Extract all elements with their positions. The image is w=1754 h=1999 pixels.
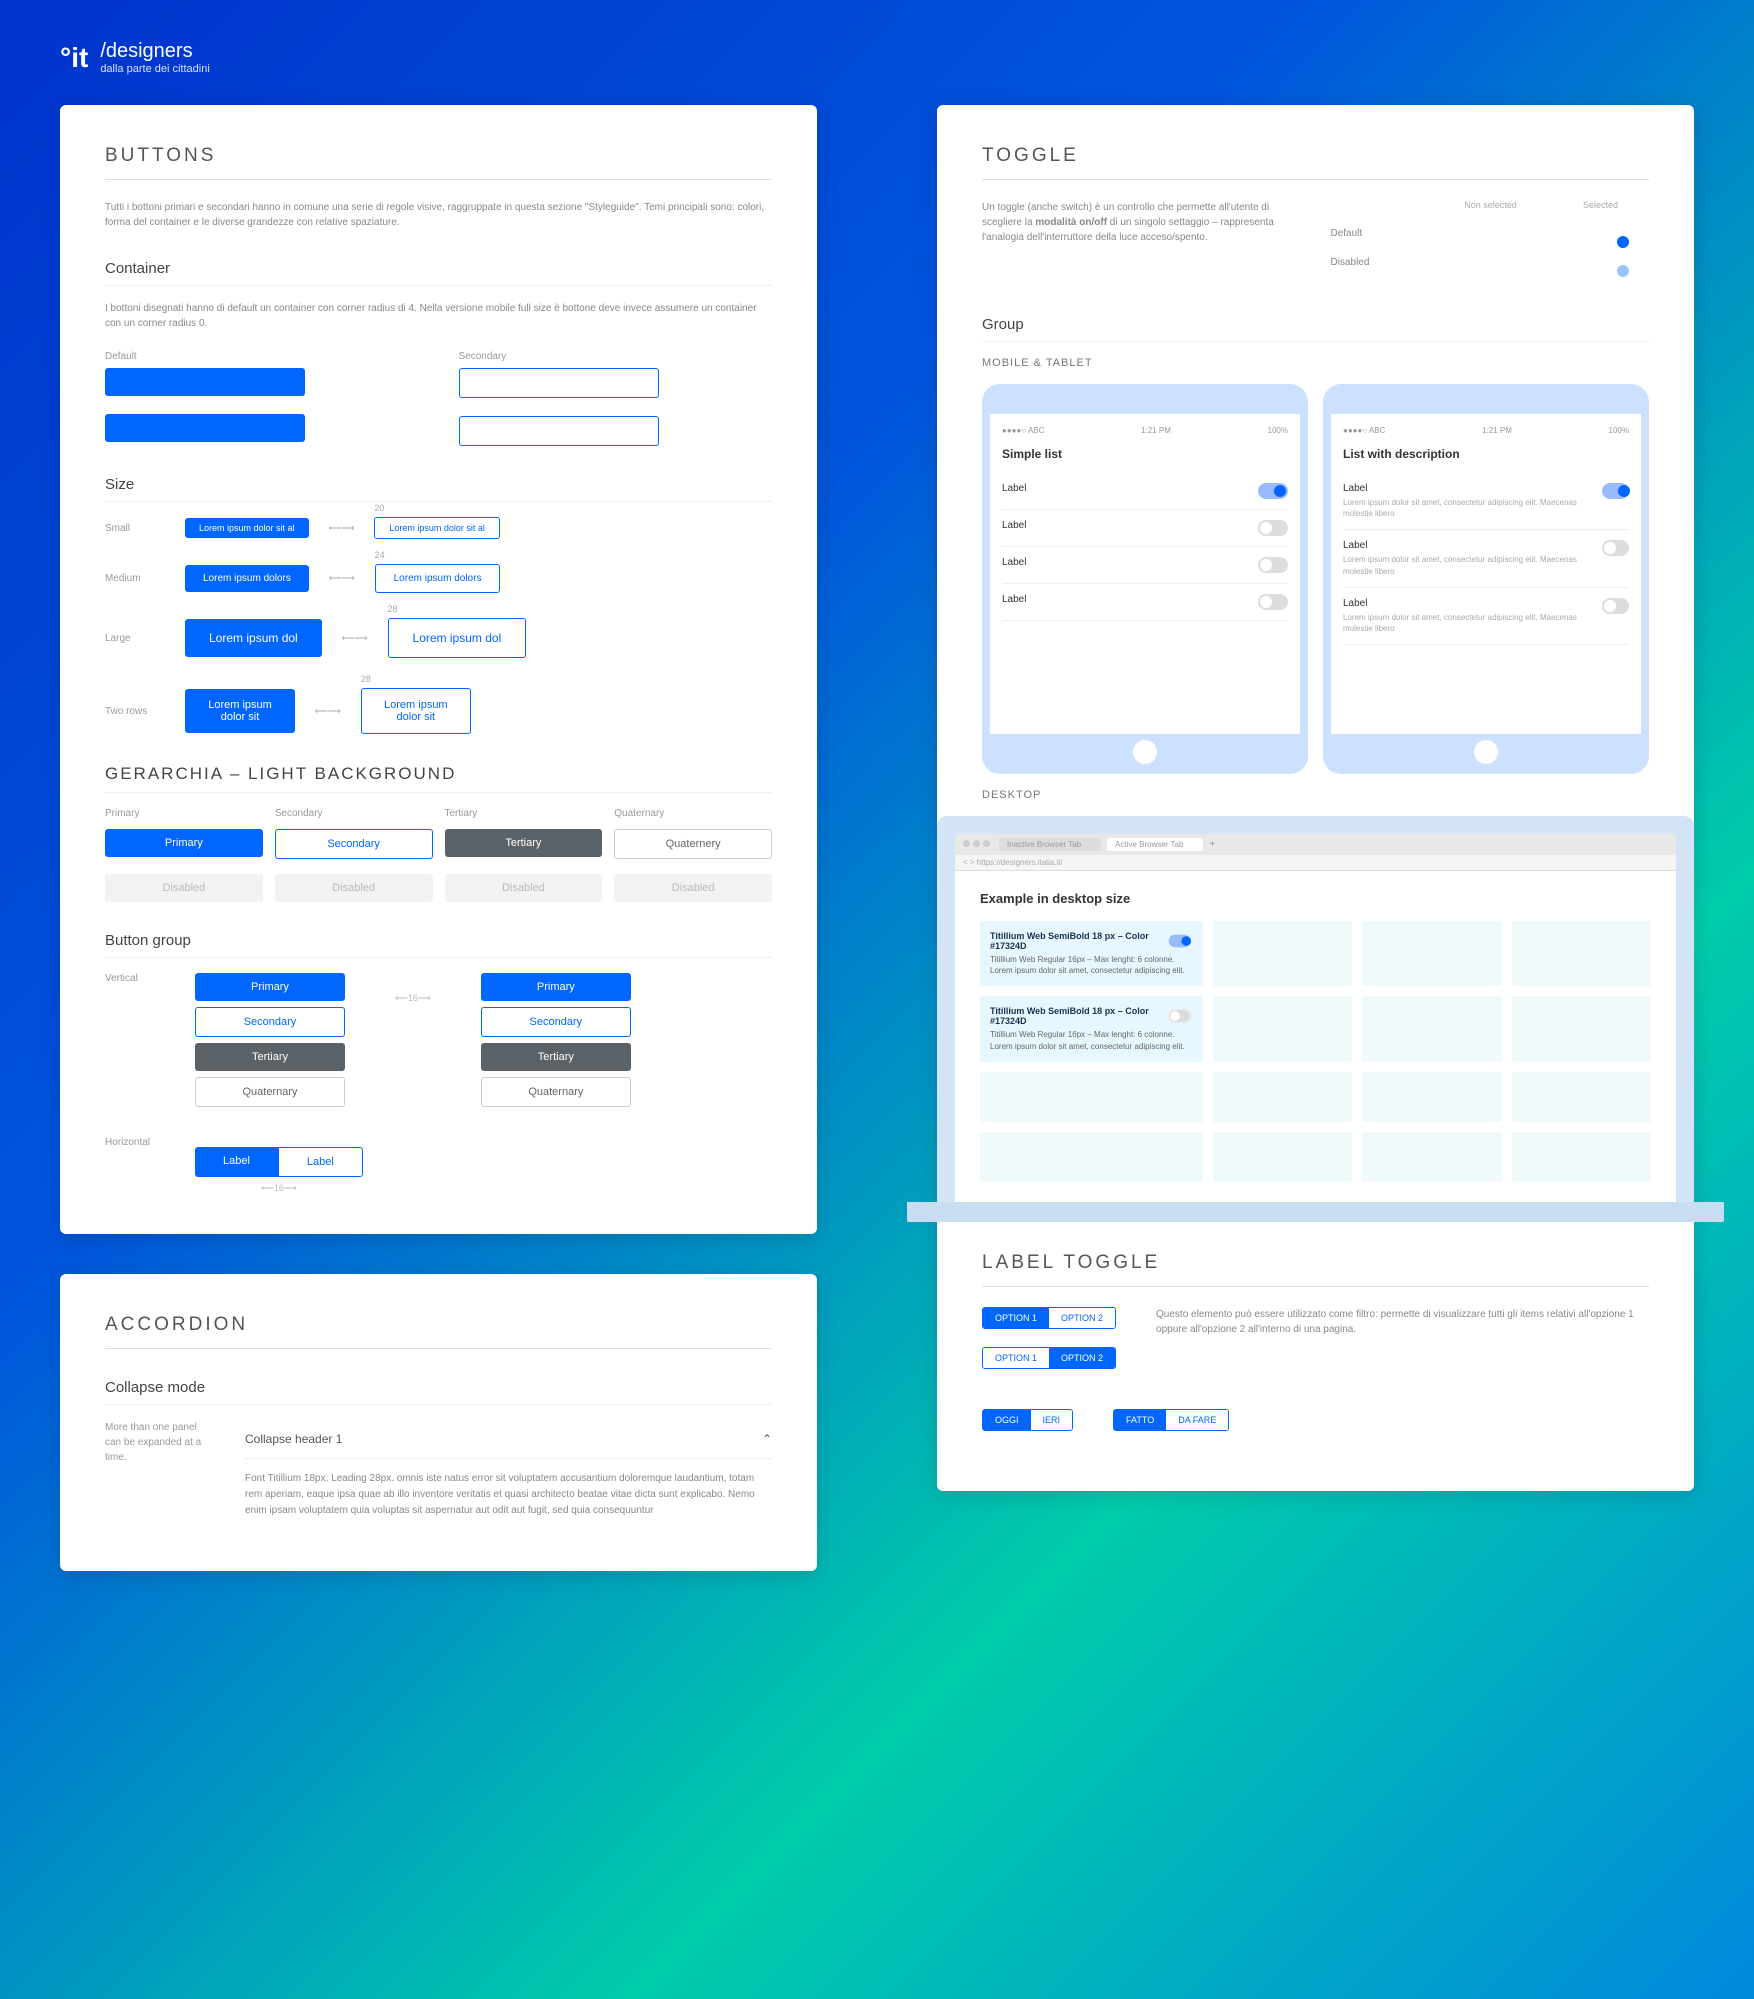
logo-brand: /designers	[100, 40, 209, 63]
size-large-label: Large	[105, 633, 165, 644]
size-small-secondary[interactable]: Lorem ipsum dolor sit al	[374, 517, 500, 539]
accordion-content-1: Font Titillium 18px. Leading 28px. omnis…	[245, 1459, 772, 1531]
browser-tab-active[interactable]: Active Browser Tab	[1107, 838, 1203, 851]
default-button-sample[interactable]	[105, 368, 305, 396]
card-toggle[interactable]	[1169, 935, 1190, 948]
size-tworows-primary[interactable]: Lorem ipsum dolor sit	[185, 689, 295, 733]
hier-disabled-3: Disabled	[445, 874, 603, 902]
laptop-mockup: Inactive Browser TabActive Browser Tab+ …	[937, 816, 1694, 1202]
vg-quaternary-2[interactable]: Quaternary	[481, 1077, 631, 1107]
size-small-primary[interactable]: Lorem ipsum dolor sit al	[185, 518, 309, 538]
label-default: Default	[105, 351, 419, 362]
vg-tertiary-2[interactable]: Tertiary	[481, 1043, 631, 1071]
list-toggle[interactable]	[1602, 483, 1629, 499]
list-toggle[interactable]	[1258, 594, 1288, 610]
chevron-up-icon: ⌃	[762, 1432, 772, 1446]
toggle-mobile-label: MOBILE & TABLET	[982, 357, 1649, 369]
vg-tertiary-1[interactable]: Tertiary	[195, 1043, 345, 1071]
default-button-sample-2[interactable]	[105, 414, 305, 442]
phone-mockup-2: ●●●●○ ABC1:21 PM100% List with descripti…	[1323, 384, 1649, 774]
vg-secondary-2[interactable]: Secondary	[481, 1007, 631, 1037]
hierarchy-title: GERARCHIA – LIGHT BACKGROUND	[105, 764, 772, 793]
size-medium-label: Medium	[105, 573, 165, 584]
label-toggle-title: LABEL TOGGLE	[982, 1252, 1649, 1287]
hier-secondary[interactable]: Secondary	[275, 829, 433, 859]
hier-quaternary[interactable]: Quaternery	[614, 829, 772, 859]
list-toggle[interactable]	[1258, 557, 1288, 573]
hier-disabled-4: Disabled	[614, 874, 772, 902]
buttons-card: BUTTONS Tutti i bottoni primari e second…	[60, 105, 817, 1234]
url-bar[interactable]: https://designers.italia.it/	[977, 858, 1063, 867]
vg-quaternary-1[interactable]: Quaternary	[195, 1077, 345, 1107]
logo-tagline: dalla parte dei cittadini	[100, 63, 209, 75]
vg-primary-1[interactable]: Primary	[195, 973, 345, 1001]
hier-disabled-2: Disabled	[275, 874, 433, 902]
secondary-button-sample[interactable]	[459, 368, 659, 398]
toggle-title: TOGGLE	[982, 145, 1649, 180]
toggle-card: TOGGLE Un toggle (anche switch) è un con…	[937, 105, 1694, 1491]
card-toggle[interactable]	[1169, 1010, 1190, 1023]
secondary-button-sample-2[interactable]	[459, 416, 659, 446]
browser-tab-inactive[interactable]: Inactive Browser Tab	[999, 838, 1101, 851]
toggle-intro: Un toggle (anche switch) è un controllo …	[982, 200, 1301, 245]
hier-disabled-1: Disabled	[105, 874, 263, 902]
size-tworows-label: Two rows	[105, 706, 165, 717]
group-title: Button group	[105, 932, 772, 958]
size-medium-secondary[interactable]: Lorem ipsum dolors	[375, 564, 501, 593]
list-toggle[interactable]	[1258, 483, 1288, 499]
hier-tertiary[interactable]: Tertiary	[445, 829, 603, 857]
size-small-label: Small	[105, 523, 165, 534]
phone-mockup-1: ●●●●○ ABC1:21 PM100% Simple list Label L…	[982, 384, 1308, 774]
hg-label-2[interactable]: Label	[278, 1147, 363, 1177]
list-toggle[interactable]	[1258, 520, 1288, 536]
label-toggle-1[interactable]: OPTION 1OPTION 2	[982, 1307, 1116, 1329]
size-tworows-secondary[interactable]: Lorem ipsum dolor sit	[361, 688, 471, 734]
buttons-intro: Tutti i bottoni primari e secondari hann…	[105, 200, 772, 230]
toggle-desktop-label: DESKTOP	[982, 789, 1649, 801]
label-toggle-oggi[interactable]: OGGIIERI	[982, 1409, 1073, 1431]
label-toggle-desc: Questo elemento può essere utilizzato co…	[1156, 1307, 1649, 1337]
container-desc: I bottoni disegnati hanno di default un …	[105, 301, 772, 331]
size-large-primary[interactable]: Lorem ipsum dol	[185, 619, 322, 657]
vg-secondary-1[interactable]: Secondary	[195, 1007, 345, 1037]
size-medium-primary[interactable]: Lorem ipsum dolors	[185, 565, 309, 592]
container-title: Container	[105, 260, 772, 286]
label-toggle-2[interactable]: OPTION 1OPTION 2	[982, 1347, 1116, 1369]
hg-label-1[interactable]: Label	[195, 1147, 278, 1177]
accordion-mode: Collapse mode	[105, 1379, 772, 1405]
toggle-group-title: Group	[982, 316, 1649, 342]
list-toggle[interactable]	[1602, 540, 1629, 556]
logo-mark: °it	[60, 42, 88, 74]
vg-primary-2[interactable]: Primary	[481, 973, 631, 1001]
accordion-card: ACCORDION Collapse mode More than one pa…	[60, 1274, 817, 1571]
accordion-title: ACCORDION	[105, 1314, 772, 1349]
label-secondary: Secondary	[459, 351, 773, 362]
buttons-title: BUTTONS	[105, 145, 772, 180]
size-large-secondary[interactable]: Lorem ipsum dol	[388, 618, 527, 658]
hier-primary[interactable]: Primary	[105, 829, 263, 857]
size-title: Size	[105, 476, 772, 502]
list-toggle[interactable]	[1602, 598, 1629, 614]
label-toggle-fatto[interactable]: FATTODA FARE	[1113, 1409, 1229, 1431]
accordion-header-1[interactable]: Collapse header 1⌃	[245, 1420, 772, 1459]
accordion-note: More than one panel can be expanded at a…	[105, 1420, 215, 1465]
